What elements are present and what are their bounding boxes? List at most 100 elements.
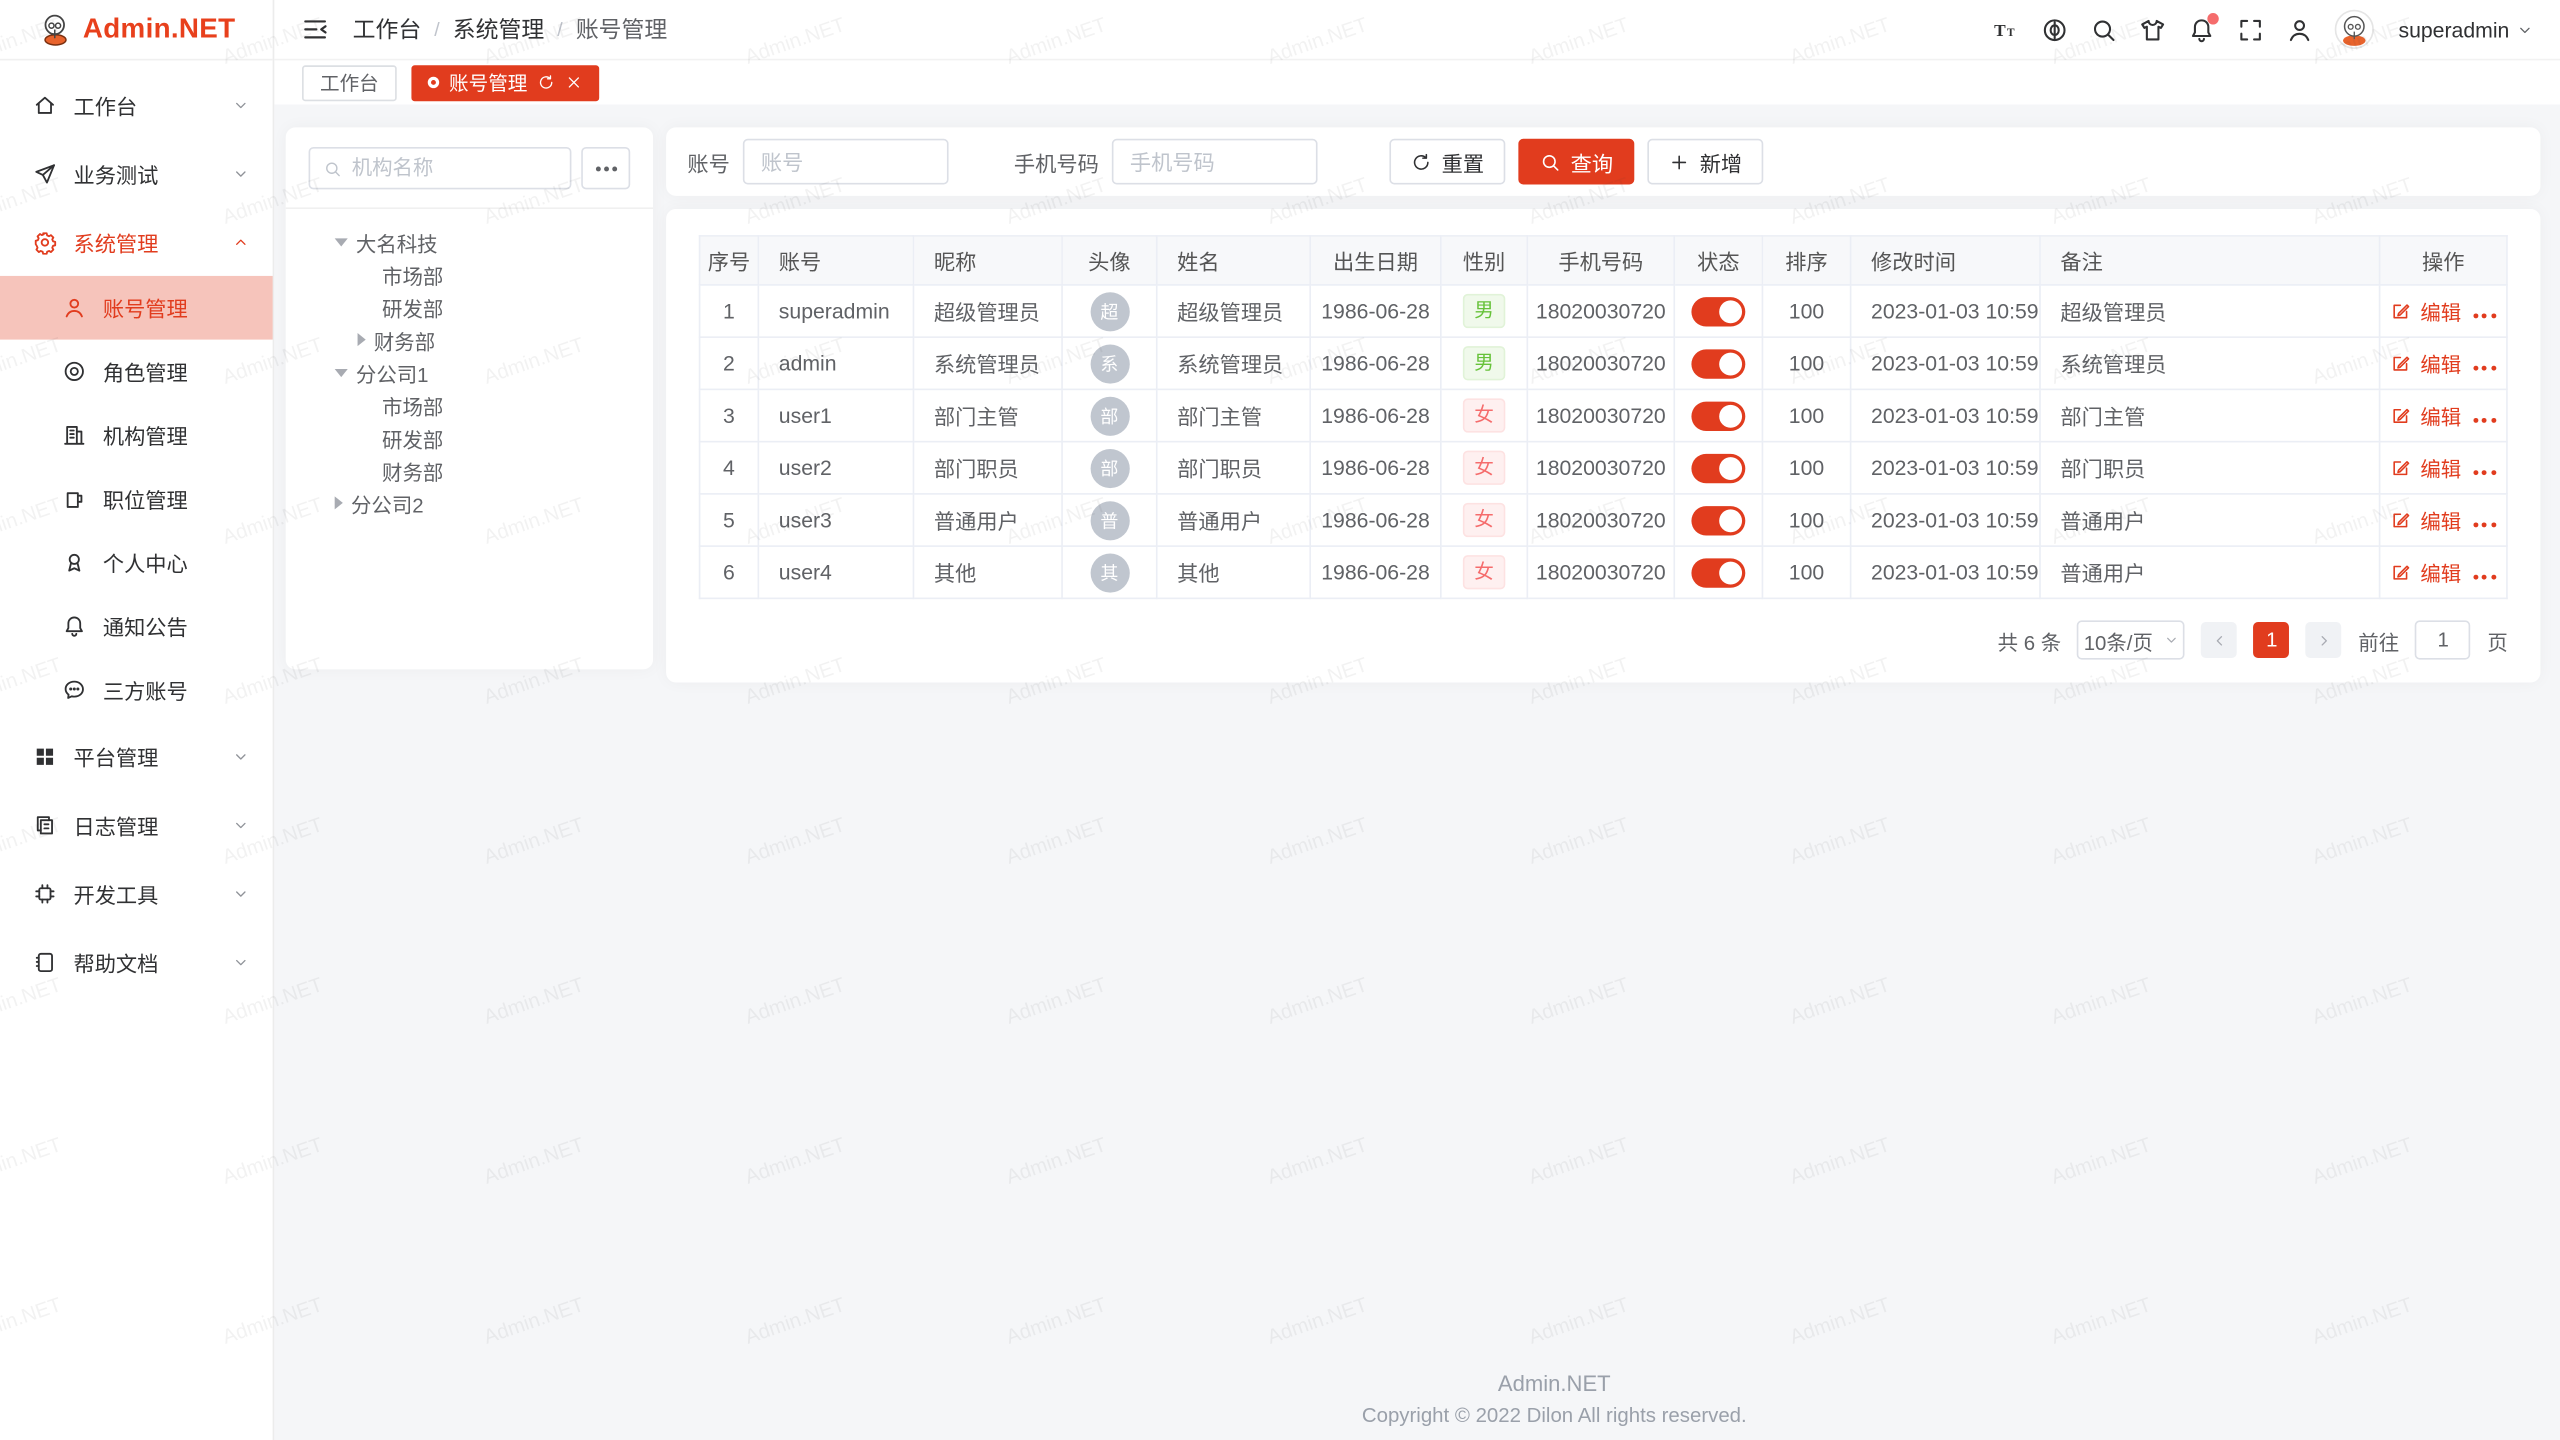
logo[interactable]: Admin.NET: [0, 0, 273, 60]
search-form: 账号 手机号码 重置 查询 新增: [666, 127, 2540, 196]
breadcrumb-item[interactable]: 工作台: [353, 13, 422, 46]
edit-icon: [2391, 509, 2412, 530]
sidebar-item-position-mgmt[interactable]: 职位管理: [0, 467, 273, 531]
more-actions-button[interactable]: [2473, 314, 2496, 319]
tab-workbench[interactable]: 工作台: [302, 64, 397, 100]
more-actions-button[interactable]: [2473, 470, 2496, 475]
org-tree-panel: 大名科技 市场部 研发部 财务部 分公司1 市场部 研发部 财务部 分公司2: [286, 127, 653, 669]
table-header-row: 序号 账号 昵称 头像 姓名 出生日期 性别 手机号码 状态 排序 修改时间: [700, 236, 2507, 285]
sidebar-item-label: 业务测试: [73, 158, 215, 189]
user-avatar[interactable]: [2335, 10, 2374, 49]
account-input[interactable]: [743, 139, 949, 185]
edit-button[interactable]: 编辑: [2391, 400, 2461, 431]
menu-fold-icon[interactable]: [300, 15, 329, 44]
caret-down-icon[interactable]: [335, 368, 348, 376]
edit-button[interactable]: 编辑: [2391, 296, 2461, 327]
tree-node[interactable]: 市场部: [309, 258, 631, 291]
language-icon[interactable]: [2041, 16, 2069, 44]
chat-icon: [62, 678, 86, 702]
active-dot-icon: [428, 77, 439, 88]
phone-input[interactable]: [1112, 139, 1318, 185]
tree-node[interactable]: 财务部: [309, 323, 631, 356]
more-actions-button[interactable]: [2473, 575, 2496, 580]
goto-page-input[interactable]: [2415, 620, 2471, 659]
tab-label: 账号管理: [449, 69, 527, 97]
edit-button[interactable]: 编辑: [2391, 452, 2461, 483]
role-icon: [62, 359, 86, 383]
fullscreen-icon[interactable]: [2237, 16, 2265, 44]
reset-button[interactable]: 重置: [1389, 139, 1505, 185]
status-toggle[interactable]: [1691, 453, 1745, 482]
status-toggle[interactable]: [1691, 505, 1745, 534]
chevron-left-icon: [2211, 631, 2229, 649]
row-avatar: 部: [1090, 448, 1129, 487]
font-size-icon[interactable]: TT: [1992, 16, 2020, 44]
tab-account-mgmt[interactable]: 账号管理: [411, 64, 599, 100]
next-page-button[interactable]: [2306, 622, 2342, 658]
sidebar-item-business-test[interactable]: 业务测试: [0, 139, 273, 208]
sidebar-item-label: 开发工具: [73, 878, 215, 909]
status-toggle[interactable]: [1691, 558, 1745, 587]
sidebar-item-system-mgmt[interactable]: 系统管理: [0, 207, 273, 276]
tree-node[interactable]: 研发部: [309, 421, 631, 454]
col-sort: 排序: [1762, 236, 1850, 285]
sidebar-item-dev-tools[interactable]: 开发工具: [0, 859, 273, 928]
col-account: 账号: [758, 236, 913, 285]
more-actions-button[interactable]: [2473, 366, 2496, 371]
chevron-down-icon: [232, 164, 250, 182]
sidebar-item-workbench[interactable]: 工作台: [0, 70, 273, 139]
sidebar-item-profile-center[interactable]: 个人中心: [0, 531, 273, 595]
tree-node[interactable]: 大名科技: [309, 225, 631, 258]
prev-page-button[interactable]: [2202, 622, 2238, 658]
tree-node[interactable]: 财务部: [309, 454, 631, 487]
query-button[interactable]: 查询: [1518, 139, 1634, 185]
sidebar-item-log-mgmt[interactable]: 日志管理: [0, 790, 273, 859]
close-icon[interactable]: [565, 73, 583, 91]
edit-icon: [2391, 405, 2412, 426]
breadcrumb-item[interactable]: 系统管理: [453, 13, 544, 46]
more-actions-button[interactable]: [2473, 418, 2496, 423]
sidebar-nav: 工作台 业务测试 系统管理 账号管理 角色管理: [0, 60, 273, 996]
org-search-input[interactable]: [352, 157, 557, 180]
add-button[interactable]: 新增: [1647, 139, 1763, 185]
tree-more-button[interactable]: [581, 147, 630, 189]
edit-button[interactable]: 编辑: [2391, 348, 2461, 379]
user-icon[interactable]: [2286, 16, 2314, 44]
page-number-active[interactable]: 1: [2254, 622, 2290, 658]
sidebar-item-platform-mgmt[interactable]: 平台管理: [0, 722, 273, 791]
logo-icon: [37, 11, 73, 47]
tree-node[interactable]: 研发部: [309, 291, 631, 324]
tree-node[interactable]: 分公司1: [309, 356, 631, 389]
username-menu[interactable]: superadmin: [2398, 17, 2533, 41]
notification-bell-icon[interactable]: [2188, 16, 2216, 44]
sidebar-item-account-mgmt[interactable]: 账号管理: [0, 276, 273, 340]
more-actions-button[interactable]: [2473, 523, 2496, 528]
search-icon[interactable]: [2090, 16, 2118, 44]
status-toggle[interactable]: [1691, 401, 1745, 430]
status-toggle[interactable]: [1691, 296, 1745, 325]
page-size-select[interactable]: 10条/页: [2077, 620, 2185, 659]
caret-down-icon[interactable]: [335, 238, 348, 246]
sidebar-item-notice[interactable]: 通知公告: [0, 594, 273, 658]
edit-button[interactable]: 编辑: [2391, 504, 2461, 535]
sidebar-item-third-account[interactable]: 三方账号: [0, 658, 273, 722]
sidebar-item-label: 日志管理: [73, 809, 215, 840]
sidebar-item-label: 账号管理: [103, 292, 250, 323]
tree-node[interactable]: 市场部: [309, 389, 631, 422]
edit-button[interactable]: 编辑: [2391, 557, 2461, 588]
sidebar-item-org-mgmt[interactable]: 机构管理: [0, 403, 273, 467]
status-toggle[interactable]: [1691, 349, 1745, 378]
refresh-icon[interactable]: [537, 73, 555, 91]
sidebar-item-role-mgmt[interactable]: 角色管理: [0, 340, 273, 404]
gender-badge: 女: [1463, 451, 1505, 484]
total-count: 共 6 条: [1998, 624, 2062, 655]
caret-right-icon[interactable]: [358, 333, 366, 346]
bell-icon: [62, 614, 86, 638]
sidebar-item-help-docs[interactable]: 帮助文档: [0, 927, 273, 996]
col-index: 序号: [700, 236, 759, 285]
tree-node[interactable]: 分公司2: [309, 487, 631, 520]
col-modify-time: 修改时间: [1851, 236, 2040, 285]
theme-icon[interactable]: [2139, 16, 2167, 44]
caret-right-icon[interactable]: [335, 496, 343, 509]
tab-bar: 工作台 账号管理: [274, 60, 2560, 104]
